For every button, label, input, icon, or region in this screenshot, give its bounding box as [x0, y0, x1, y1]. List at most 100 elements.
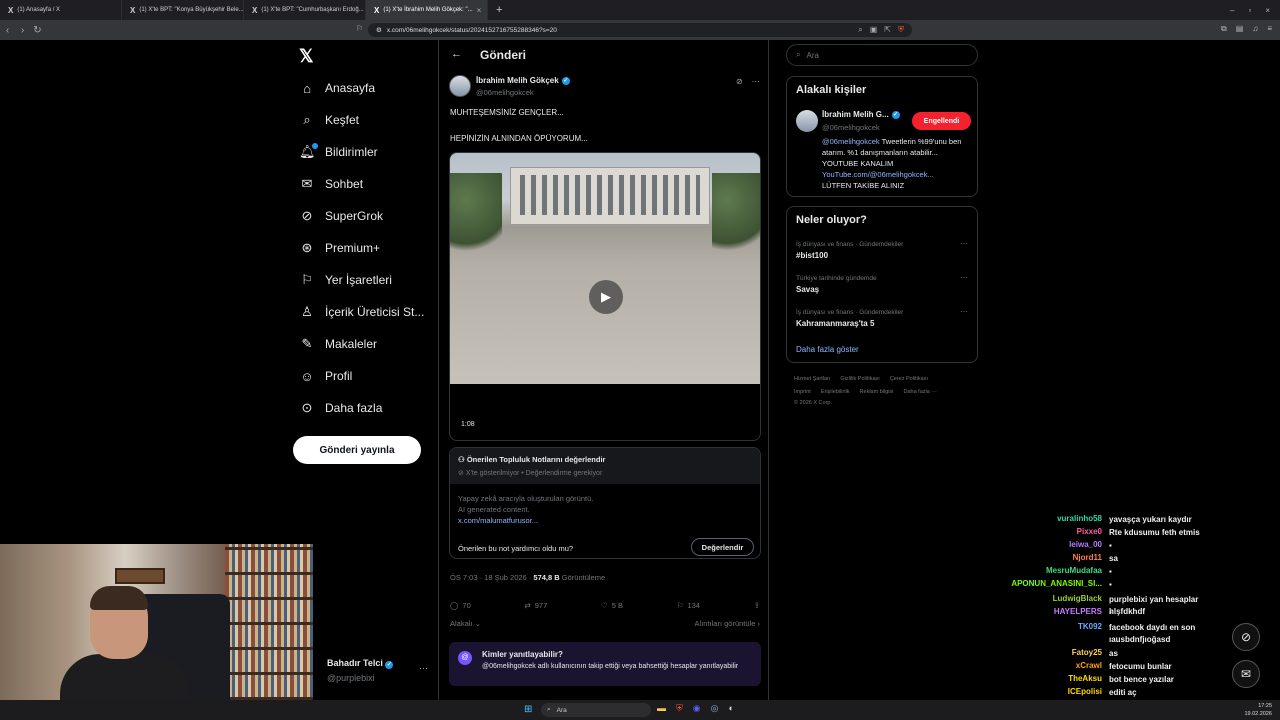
post-button[interactable]: Gönderi yayınla	[293, 436, 421, 464]
verified-badge-icon: ✓	[561, 76, 570, 85]
discord-icon[interactable]: ◉	[693, 703, 701, 714]
tweet-video[interactable]: ▶ 1:08	[449, 152, 761, 441]
grok-icon[interactable]: ⊘	[1232, 623, 1260, 651]
reply-button[interactable]: ◯ 70	[450, 601, 471, 610]
more-options-icon[interactable]: ⋯	[419, 663, 428, 674]
windows-start-icon[interactable]: ⊞	[524, 704, 532, 715]
search-input[interactable]: ⌕ Ara	[786, 44, 978, 66]
community-notes-card: ⚇ Önerilen Topluluk Notlarını değerlendi…	[449, 447, 761, 559]
brave-shield-icon[interactable]: ⛨	[898, 25, 904, 35]
chat-message: vuralinho58 yavaşça yukarı kaydır	[990, 514, 1280, 527]
browser-tab[interactable]: X (1) Anasayfa / X	[0, 0, 122, 20]
forward-nav-icon[interactable]: ›	[15, 25, 30, 36]
back-nav-icon[interactable]: ‹	[0, 25, 15, 36]
close-window-icon[interactable]: ×	[1265, 6, 1270, 15]
browser-tab-active[interactable]: X (1) X'te İbrahim Melih Gökçek: "... ×	[366, 0, 488, 20]
trend-item[interactable]: Savaş	[796, 285, 819, 294]
steam-icon[interactable]: ◎	[711, 703, 719, 714]
trend-item[interactable]: Kahramanmaraş'ta 5	[796, 319, 874, 328]
site-info-icon[interactable]: ⚙	[376, 26, 382, 34]
back-arrow-icon[interactable]: ←	[451, 48, 462, 60]
close-tab-icon[interactable]: ×	[477, 6, 482, 15]
playlist-icon[interactable]: ♫	[1252, 24, 1258, 34]
author-avatar[interactable]	[449, 75, 471, 97]
chat-username[interactable]: leiwa_00	[1069, 540, 1102, 549]
file-explorer-icon[interactable]: ▬	[657, 703, 666, 714]
reload-icon[interactable]: ↻	[30, 25, 45, 36]
minimize-icon[interactable]: –	[1230, 6, 1234, 15]
sidebar-item-bookmarks[interactable]: ⚐ Yer İşaretleri	[299, 270, 392, 290]
chat-message-text: bot bence yazılar	[1109, 675, 1174, 684]
grok-icon[interactable]: ⊘	[736, 77, 743, 86]
chat-username[interactable]: HAYELPERS	[1054, 607, 1102, 616]
chat-username[interactable]: ICEpolisi	[1068, 687, 1102, 696]
menu-icon[interactable]: ≡	[1267, 24, 1272, 34]
more-options-icon[interactable]: ⋯	[960, 307, 968, 316]
share-button[interactable]: ⇪	[754, 601, 760, 610]
author-handle[interactable]: @06melihgokcek	[476, 88, 534, 97]
chat-username[interactable]: Fatoy25	[1072, 648, 1102, 657]
show-more-link[interactable]: Daha fazla göster	[796, 345, 859, 354]
wallet-icon[interactable]: ▤	[1236, 24, 1244, 34]
sidebar-item-chat[interactable]: ✉ Sohbet	[299, 174, 364, 194]
related-person-name[interactable]: İbrahim Melih G... ✓	[822, 110, 900, 119]
screenshot-icon[interactable]: ▣	[870, 25, 878, 35]
trend-item[interactable]: #bist100	[796, 251, 828, 260]
rate-note-button[interactable]: Değerlendir	[691, 538, 754, 556]
like-button[interactable]: ♡ 5 B	[601, 601, 623, 610]
account-switcher[interactable]: Bahadır Telci ✓ @purplebixi ⋯	[327, 658, 428, 683]
video-duration: 1:08	[461, 421, 475, 428]
brave-browser-icon[interactable]: ⛨	[676, 703, 683, 714]
view-quotes-link[interactable]: Alıntıları görüntüle ›	[695, 619, 760, 628]
sidebar-item-notifications[interactable]: 🔔︎ Bildirimler	[299, 142, 378, 162]
x-logo-icon[interactable]: 𝕏	[299, 46, 314, 67]
chat-username[interactable]: APONUN_ANASINI_SI...	[1011, 579, 1102, 588]
zoom-icon[interactable]: ⌕	[858, 25, 862, 35]
more-options-icon[interactable]: ⋯	[960, 239, 968, 248]
sidebar-item-creator-studio[interactable]: ♙ İçerik Üreticisi St...	[299, 302, 424, 322]
sidebar-item-home[interactable]: ⌂ Anasayfa	[299, 78, 375, 98]
more-options-icon[interactable]: ⋯	[960, 273, 968, 282]
obs-icon[interactable]: ◐	[728, 703, 733, 714]
chat-username[interactable]: MesruMudafaa	[1046, 566, 1102, 575]
maximize-icon[interactable]: ▫	[1248, 6, 1251, 15]
sidebar-nav: 𝕏 ⌂ Anasayfa ⌕ Keşfet 🔔︎ Bildirimler ✉ Sohbe…	[293, 40, 433, 700]
chat-username[interactable]: LudwigBlack	[1053, 594, 1102, 603]
x-logo-icon: X	[252, 5, 258, 15]
bookmark-page-icon[interactable]: ⚐	[356, 24, 363, 33]
sort-replies-dropdown[interactable]: Alakalı ⌄	[450, 619, 481, 628]
share-icon[interactable]: ⇱	[884, 25, 891, 35]
sidebar-item-supergrok[interactable]: ⊘ SuperGrok	[299, 206, 383, 226]
sidebar-item-profile[interactable]: ☺ Profil	[299, 366, 352, 386]
sidebar-item-articles[interactable]: ✎ Makaleler	[299, 334, 377, 354]
browser-tab[interactable]: X (1) X'te BPT: "Konya Büyükşehir Bele...	[122, 0, 244, 20]
play-icon[interactable]: ▶	[589, 280, 623, 314]
sidebar-item-explore[interactable]: ⌕ Keşfet	[299, 110, 359, 130]
avatar[interactable]	[796, 110, 818, 132]
mail-icon[interactable]: ✉	[1232, 660, 1260, 688]
address-bar[interactable]: ⚙ x.com/06melihgokcek/status/20241527167…	[368, 23, 912, 37]
bookmark-button[interactable]: ⚐ 134	[677, 601, 700, 610]
chat-username[interactable]: Pixxe0	[1077, 527, 1102, 536]
chat-username[interactable]: xCrawl	[1076, 661, 1102, 670]
chat-message-text: ▪	[1109, 580, 1112, 589]
notes-link[interactable]: x.com/malumatfurusor...	[458, 516, 538, 525]
sidebar-item-premium[interactable]: ⊛ Premium+	[299, 238, 380, 258]
repost-button[interactable]: ⇄ 977	[524, 601, 547, 610]
related-people-card: Alakalı kişiler İbrahim Melih G... ✓ @06m…	[786, 76, 978, 197]
browser-tab[interactable]: X (1) X'te BPT: "Cumhurbaşkanı Erdoğ...	[244, 0, 366, 20]
footer-links: Imprint Erişilebilirlik Reklam bilgisi Daha…	[794, 389, 937, 395]
chat-message: LudwigBlack purplebixi yan hesaplar hlşfd…	[990, 594, 1280, 616]
chat-username[interactable]: TheAksu	[1068, 674, 1102, 683]
extensions-icon[interactable]: ⧉	[1221, 24, 1227, 34]
sidebar-item-more[interactable]: ⊙ Daha fazla	[299, 398, 383, 418]
taskbar-search[interactable]: ⌕ Ara	[541, 703, 651, 717]
blocked-button[interactable]: Engellendi	[912, 112, 971, 130]
chat-username[interactable]: Njord11	[1073, 553, 1102, 562]
more-options-icon[interactable]: ⋯	[752, 77, 760, 86]
chat-username[interactable]: TK092	[1078, 622, 1102, 631]
new-tab-icon[interactable]: +	[488, 4, 510, 16]
main-column: ← Gönderi İbrahim Melih Gökçek ✓ @06melih…	[438, 40, 769, 700]
chat-username[interactable]: vuralinho58	[1057, 514, 1102, 523]
author-name[interactable]: İbrahim Melih Gökçek ✓	[476, 76, 570, 85]
